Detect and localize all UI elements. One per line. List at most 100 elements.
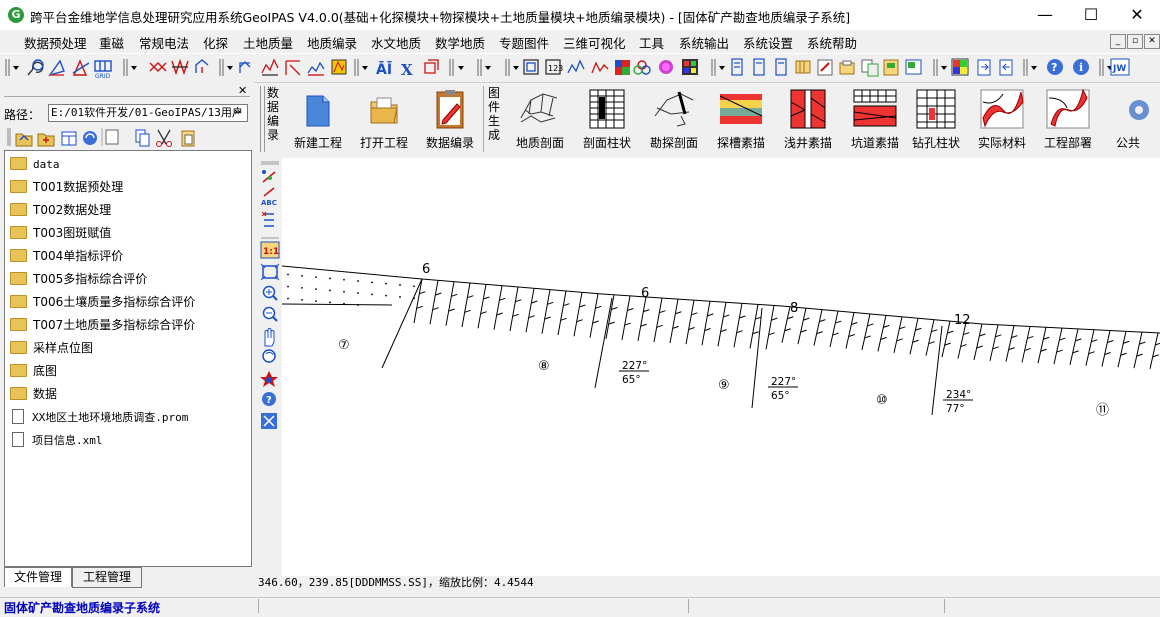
close-button[interactable]: ✕ <box>1114 0 1160 30</box>
hatch-line <box>845 312 855 349</box>
tree-item-t005[interactable]: T005多指标综合评价 <box>10 269 147 289</box>
path-input[interactable]: E:/01软件开发/01-GeoIPAS/13用户 <box>48 104 248 122</box>
common-button[interactable]: 公共 <box>1104 86 1152 152</box>
tree-item-data[interactable]: data <box>10 154 60 174</box>
exploration-section-button[interactable]: 勘探剖面 <box>642 86 706 152</box>
menu-tools[interactable]: 工具 <box>639 33 664 52</box>
dot-mark <box>287 285 289 288</box>
hatch-line <box>925 319 935 356</box>
hatch-line <box>877 315 887 352</box>
data-log-button[interactable]: 数据编录 <box>420 86 480 152</box>
hatch-line <box>1021 326 1031 363</box>
hatch-tick <box>448 308 455 312</box>
group-label-data-log: 数 据 编 录 <box>266 86 279 142</box>
panel-toolbar[interactable] <box>6 126 206 148</box>
hatch-tick <box>579 304 586 308</box>
trench-sketch-button[interactable]: 探槽素描 <box>709 86 773 152</box>
hatch-tick <box>720 329 727 333</box>
mdi-minimize-button[interactable]: _ <box>1110 34 1126 49</box>
hatch-line <box>893 316 903 353</box>
tree-item-basemap[interactable]: 底图 <box>10 361 57 381</box>
tree-item-prom-file[interactable]: XX地区土地环境地质调查.prom <box>10 407 188 427</box>
hatch-line <box>973 323 983 361</box>
menu-system-settings[interactable]: 系统设置 <box>743 33 793 52</box>
dot-mark <box>385 294 387 297</box>
section-column-icon <box>589 89 625 129</box>
hatch-tick <box>592 320 599 324</box>
hatch-tick <box>608 321 615 325</box>
hatch-tick <box>979 333 986 337</box>
menu-thematic-maps[interactable]: 专题图件 <box>499 33 549 52</box>
dot-mark <box>357 304 359 306</box>
hatch-tick <box>595 305 602 309</box>
menu-geology-log[interactable]: 地质编录 <box>307 33 357 52</box>
tunnel-sketch-button[interactable]: 坑道素描 <box>843 86 907 152</box>
engineering-layout-button[interactable]: 工程部署 <box>1038 86 1098 152</box>
folder-icon <box>10 295 27 308</box>
tree-item-sampling-map[interactable]: 采样点位图 <box>10 338 93 358</box>
layer-id: ⑩ <box>876 393 888 408</box>
borehole-column-button[interactable]: 钻孔柱状 <box>910 86 962 152</box>
path-more-button[interactable]: » <box>234 105 241 118</box>
hatch-tick <box>1104 351 1111 355</box>
folder-icon <box>10 226 27 239</box>
tree-item-data-cn[interactable]: 数据 <box>10 384 57 404</box>
dot-mark <box>413 285 415 288</box>
hatch-tick <box>512 313 519 317</box>
trench-section-drawing: 6 6 8 12 ⑦ ⑧ ⑨ ⑩ ⑪ 227° 65° 227° 65° 234… <box>282 262 1160 418</box>
tree-item-t006[interactable]: T006土壤质量多指标综合评价 <box>10 292 195 312</box>
maximize-button[interactable]: ☐ <box>1068 0 1114 30</box>
shaft-sketch-button[interactable]: 浅井素描 <box>776 86 840 152</box>
tree-item-t007[interactable]: T007土地质量多指标综合评价 <box>10 315 195 335</box>
folder-icon <box>10 180 27 193</box>
hatch-line <box>861 313 871 351</box>
menu-hydrogeology[interactable]: 水文地质 <box>371 33 421 52</box>
open-project-icon <box>370 97 398 124</box>
mdi-close-button[interactable]: ✕ <box>1144 34 1160 49</box>
borehole-column-icon <box>916 89 956 129</box>
hatch-tick <box>736 330 743 334</box>
tree-item-t004[interactable]: T004单指标评价 <box>10 246 123 266</box>
main-toolbar-icons[interactable]: GRID ĀĪ X 123 ? i JW <box>0 53 1160 81</box>
attitude-labels: 227° 65° 227° 65° 234° 77° <box>619 360 973 415</box>
menu-3d-visual[interactable]: 三维可视化 <box>563 33 626 52</box>
vertical-toolbar-icons[interactable]: ABC 1:1 ? <box>258 158 282 434</box>
menu-data-preprocess[interactable]: 数据预处理 <box>24 33 87 52</box>
thickness-label: 8 <box>790 301 798 316</box>
dip-angle-label: 65° <box>771 390 790 402</box>
tree-item-t002[interactable]: T002数据处理 <box>10 200 111 220</box>
menu-land-quality[interactable]: 土地质量 <box>243 33 293 52</box>
hatch-tick <box>544 316 551 320</box>
new-project-button[interactable]: 新建工程 <box>288 86 348 152</box>
menu-gravity-magnetic[interactable]: 重磁 <box>99 33 124 52</box>
layer-id: ⑪ <box>1096 403 1109 418</box>
actual-material-icon <box>980 89 1024 129</box>
folder-icon <box>10 318 27 331</box>
menu-geochem[interactable]: 化探 <box>203 33 228 52</box>
tab-project-manager[interactable]: 工程管理 <box>72 567 142 588</box>
actual-material-button[interactable]: 实际材料 <box>972 86 1032 152</box>
tree-item-t003[interactable]: T003图斑赋值 <box>10 223 111 243</box>
minimize-button[interactable]: — <box>1022 0 1068 30</box>
section-column-button[interactable]: 剖面柱状 <box>575 86 639 152</box>
menu-system-help[interactable]: 系统帮助 <box>807 33 857 52</box>
open-project-button[interactable]: 打开工程 <box>354 86 414 152</box>
dot-mark <box>357 292 359 294</box>
tree-item-t001[interactable]: T001数据预处理 <box>10 177 123 197</box>
geology-section-button[interactable]: 地质剖面 <box>508 86 572 152</box>
engineering-layout-icon <box>1046 88 1090 129</box>
hatch-tick <box>784 328 791 332</box>
tree-item-xml-file[interactable]: 项目信息.xml <box>10 430 103 450</box>
menu-system-output[interactable]: 系统输出 <box>679 33 729 52</box>
tab-file-manager[interactable]: 文件管理 <box>4 567 72 587</box>
hatch-tick <box>723 314 730 318</box>
menu-electrical[interactable]: 常规电法 <box>139 33 189 52</box>
dot-mark <box>301 298 303 301</box>
menu-math-geology[interactable]: 数学地质 <box>435 33 485 52</box>
hatch-tick <box>576 319 583 323</box>
hatch-line <box>509 286 519 332</box>
hatch-tick <box>1059 337 1066 341</box>
mdi-restore-button[interactable]: ▫ <box>1127 34 1143 49</box>
folder-icon <box>10 341 27 354</box>
hatch-line <box>605 294 615 339</box>
